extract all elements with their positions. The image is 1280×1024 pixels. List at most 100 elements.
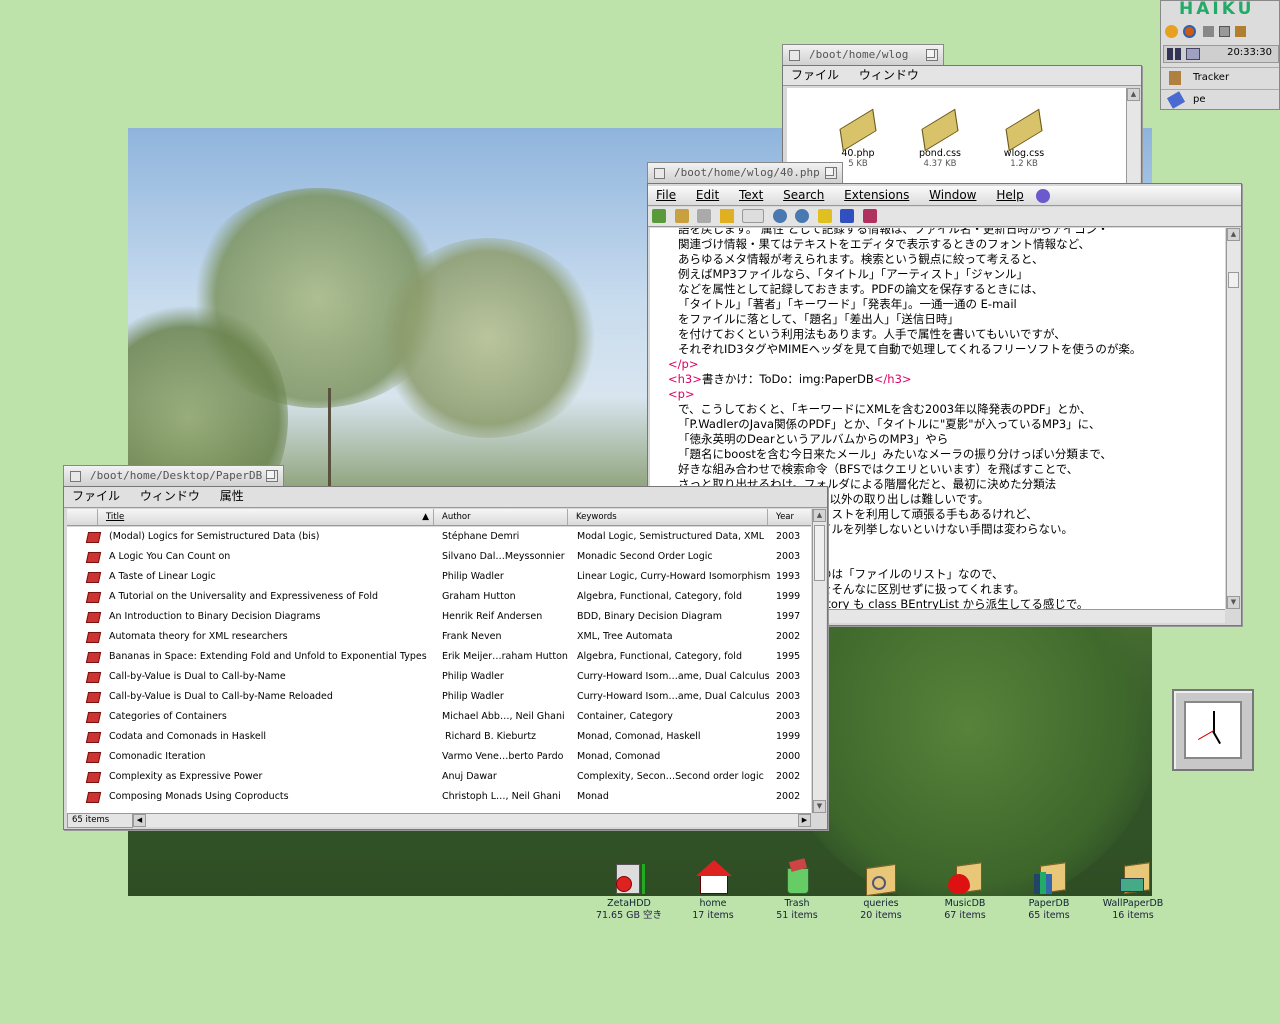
firefox-icon[interactable] (1183, 25, 1196, 38)
menu-extensions[interactable]: Extensions (836, 186, 917, 205)
menu-file[interactable]: File (648, 186, 684, 205)
editor-window-tab[interactable]: /boot/home/wlog/40.php (647, 162, 843, 184)
menu-attributes[interactable]: 属性 (212, 487, 252, 506)
table-row[interactable]: Composing Monads Using Coproducts Christo… (67, 787, 811, 807)
menu-file[interactable]: ファイル (783, 66, 847, 85)
code-line: で、こうしておくと、「キーワードにXMLを含む2003年以降発表のPDF」とか、 (678, 402, 1092, 416)
menu-window[interactable]: ウィンドウ (851, 66, 927, 85)
file-icon-item[interactable]: pond.css 4.37 KB (905, 108, 975, 169)
menu-help[interactable]: Help (988, 186, 1031, 205)
cell-author: Philip Wadler (442, 671, 504, 682)
table-row[interactable]: Bananas in Space: Extending Fold and Unf… (67, 647, 811, 667)
column-title[interactable]: Title ▲ (97, 509, 433, 525)
table-row[interactable]: Complexity as Expressive Power Anuj Dawar… (67, 767, 811, 787)
cpu-meter-icon[interactable] (1175, 48, 1181, 60)
network-icon[interactable] (1186, 48, 1200, 60)
table-row[interactable]: A Taste of Linear Logic Philip Wadler Line… (67, 567, 811, 587)
desktop-icon-wallpaperdb[interactable]: WallPaperDB 16 items (1091, 860, 1175, 922)
menu-window[interactable]: ウィンドウ (132, 487, 208, 506)
menu-text[interactable]: Text (731, 186, 771, 205)
menu-label: Text (739, 188, 764, 202)
clock-text[interactable]: 20:33:30 (1227, 47, 1272, 58)
column-keywords[interactable]: Keywords (567, 509, 767, 525)
menu-search[interactable]: Search (775, 186, 832, 205)
code-line: 「タイトル」「著者」「キーワード」「発表年」。一通一通の E-mail (678, 297, 1017, 311)
scroll-thumb[interactable] (814, 525, 825, 581)
deskbar-app-tracker[interactable]: Tracker (1161, 67, 1279, 89)
menu-file[interactable]: ファイル (64, 487, 128, 506)
pdf-file-icon (85, 792, 102, 803)
haiku-logo[interactable]: HAIKU (1179, 0, 1254, 19)
pdf-file-icon (85, 592, 102, 603)
menu-edit[interactable]: Edit (688, 186, 727, 205)
file-icon-item[interactable]: wlog.css 1.2 KB (989, 108, 1059, 169)
cpu-meter-icon[interactable] (1167, 48, 1173, 60)
clock-widget[interactable] (1172, 689, 1254, 771)
print-icon[interactable] (697, 209, 711, 223)
find-next-icon[interactable] (795, 209, 809, 223)
deskbar-app-pe[interactable]: pe (1161, 89, 1279, 111)
speaker-icon[interactable] (1203, 26, 1214, 37)
html-tools-icon[interactable] (1035, 188, 1050, 203)
table-row[interactable]: Automata theory for XML researchers Frank… (67, 627, 811, 647)
desktop-icon-musicdb[interactable]: MusicDB 67 items (923, 860, 1007, 922)
table-row[interactable]: A Logic You Can Count on Silvano Dal…Meys… (67, 547, 811, 567)
cell-year: 2002 (776, 631, 801, 642)
paperdb-hscrollbar[interactable]: ◀ ▶ (133, 813, 811, 827)
column-year[interactable]: Year (767, 509, 811, 525)
status-bar: 65 items (67, 813, 133, 828)
info-icon[interactable] (840, 209, 854, 223)
html-tag-icon[interactable] (862, 209, 877, 223)
cell-keywords: Algebra, Functional, Category, fold (577, 591, 742, 602)
disk-icon[interactable] (1219, 26, 1230, 37)
scroll-left-arrow[interactable]: ◀ (133, 814, 146, 827)
settings-icon[interactable] (1165, 25, 1178, 38)
code-line: <p> (668, 387, 695, 401)
cell-year: 2002 (776, 771, 801, 782)
close-button[interactable] (789, 50, 800, 61)
scroll-right-arrow[interactable]: ▶ (798, 814, 811, 827)
zoom-button[interactable] (926, 49, 938, 61)
scroll-down-arrow[interactable]: ▼ (813, 800, 826, 813)
table-row[interactable]: Codata and Comonads in Haskell Richard B.… (67, 727, 811, 747)
column-label: Year (776, 512, 794, 522)
save-icon[interactable] (674, 209, 689, 223)
table-row[interactable]: Call-by-Value is Dual to Call-by-Name Phi… (67, 667, 811, 687)
scroll-thumb[interactable] (1228, 272, 1239, 288)
close-button[interactable] (70, 471, 81, 482)
cell-author: Michael Abb…, Neil Ghani (442, 711, 565, 722)
scroll-up-arrow[interactable]: ▲ (1127, 88, 1140, 101)
open-icon[interactable] (652, 209, 666, 223)
check-icon[interactable] (719, 209, 734, 223)
table-row[interactable]: Call-by-Value is Dual to Call-by-Name Re… (67, 687, 811, 707)
close-button[interactable] (654, 168, 665, 179)
desktop-icon-queries[interactable]: queries 20 items (839, 860, 923, 922)
wlog-window-tab[interactable]: /boot/home/wlog (782, 44, 944, 66)
zoom-button[interactable] (825, 167, 837, 179)
wlog-vscrollbar[interactable]: ▲ (1126, 88, 1140, 184)
menu-window[interactable]: Window (921, 186, 984, 205)
paperdb-window-tab[interactable]: /boot/home/Desktop/PaperDB (63, 465, 284, 487)
desktop-icon-trash[interactable]: Trash 51 items (755, 858, 839, 922)
tool-icon[interactable] (1235, 26, 1246, 37)
zoom-button[interactable] (266, 470, 278, 482)
scroll-up-arrow[interactable]: ▲ (1227, 228, 1240, 241)
find-icon[interactable] (772, 209, 787, 223)
cell-title: Automata theory for XML researchers (109, 631, 288, 642)
paperdb-vscrollbar[interactable]: ▲ ▼ (812, 509, 826, 813)
pencil-icon[interactable] (817, 209, 832, 223)
desktop-icon-home[interactable]: home 17 items (671, 860, 755, 922)
desktop-icon-zetahdd[interactable]: ZetaHDD 71.65 GB 空き (587, 860, 671, 922)
table-row[interactable]: Comonadic Iteration Varmo Vene…berto Pard… (67, 747, 811, 767)
table-row[interactable]: A Tutorial on the Universality and Expre… (67, 587, 811, 607)
desktop-icon-paperdb[interactable]: PaperDB 65 items (1007, 860, 1091, 922)
table-row[interactable]: (Modal) Logics for Semistructured Data (… (67, 527, 811, 547)
function-menu-icon[interactable] (742, 209, 764, 223)
column-author[interactable]: Author (433, 509, 567, 525)
item-count: 65 items (72, 815, 110, 825)
editor-vscrollbar[interactable]: ▲ ▼ (1226, 228, 1240, 609)
table-row[interactable]: Categories of Containers Michael Abb…, Ne… (67, 707, 811, 727)
scroll-up-arrow[interactable]: ▲ (813, 509, 826, 522)
scroll-down-arrow[interactable]: ▼ (1227, 596, 1240, 609)
table-row[interactable]: An Introduction to Binary Decision Diagr… (67, 607, 811, 627)
